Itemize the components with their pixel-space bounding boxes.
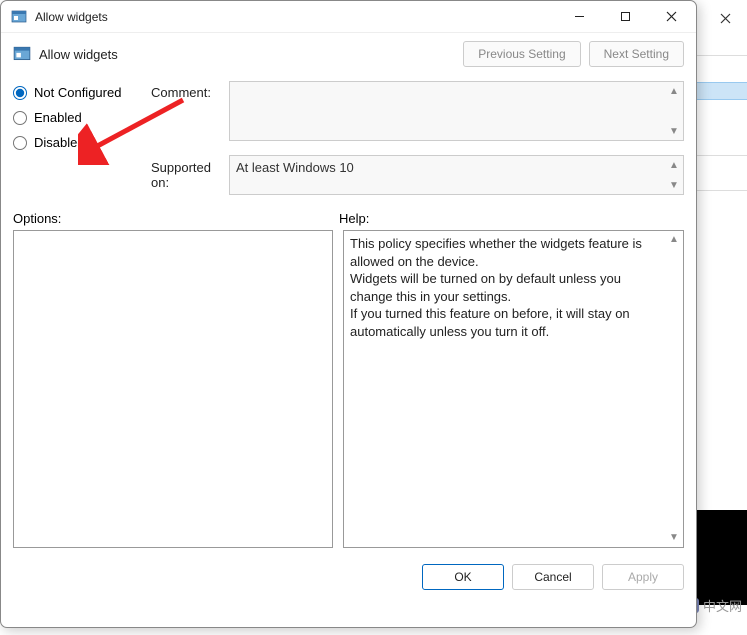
scroll-down-icon: ▼ — [667, 178, 681, 192]
scroll-up-icon: ▲ — [667, 84, 681, 98]
watermark-text: 中文网 — [703, 596, 742, 615]
help-panel: This policy specifies whether the widget… — [343, 230, 684, 548]
supported-on-field: At least Windows 10 ▲ ▼ — [229, 155, 684, 195]
radio-not-configured-input[interactable] — [13, 86, 27, 100]
radio-enabled[interactable]: Enabled — [13, 110, 151, 125]
header-row: Allow widgets Previous Setting Next Sett… — [1, 33, 696, 75]
radio-not-configured-label: Not Configured — [34, 85, 121, 100]
scroll-down-icon: ▼ — [667, 124, 681, 138]
titlebar: Allow widgets — [1, 1, 696, 33]
radio-not-configured[interactable]: Not Configured — [13, 85, 151, 100]
options-panel — [13, 230, 333, 548]
radio-enabled-label: Enabled — [34, 110, 82, 125]
minimize-button[interactable] — [556, 2, 602, 32]
header-policy-icon — [13, 45, 31, 63]
radio-disabled-input[interactable] — [13, 136, 27, 150]
comment-field[interactable]: ▲ ▼ — [229, 81, 684, 141]
policy-dialog: Allow widgets Allow widgets Previous Set… — [0, 0, 697, 628]
radio-group: Not Configured Enabled Disabled — [13, 81, 151, 195]
bg-close-button[interactable] — [715, 8, 735, 28]
ok-button[interactable]: OK — [422, 564, 504, 590]
comment-label: Comment: — [151, 81, 229, 156]
scroll-up-icon: ▲ — [667, 158, 681, 172]
help-label: Help: — [339, 211, 369, 226]
scroll-down-icon: ▼ — [667, 531, 681, 545]
header-title: Allow widgets — [39, 47, 455, 62]
radio-enabled-input[interactable] — [13, 111, 27, 125]
help-text: This policy specifies whether the widget… — [350, 236, 642, 339]
radio-disabled[interactable]: Disabled — [13, 135, 151, 150]
radio-disabled-label: Disabled — [34, 135, 85, 150]
supported-on-value: At least Windows 10 — [236, 160, 354, 175]
apply-button[interactable]: Apply — [602, 564, 684, 590]
supported-on-label: Supported on: — [151, 156, 229, 190]
cancel-button[interactable]: Cancel — [512, 564, 594, 590]
close-button[interactable] — [648, 2, 694, 32]
previous-setting-button[interactable]: Previous Setting — [463, 41, 580, 67]
options-label: Options: — [13, 211, 339, 226]
maximize-button[interactable] — [602, 2, 648, 32]
next-setting-button[interactable]: Next Setting — [589, 41, 684, 67]
scroll-up-icon: ▲ — [667, 233, 681, 247]
window-title: Allow widgets — [35, 10, 556, 24]
policy-icon — [11, 9, 27, 25]
